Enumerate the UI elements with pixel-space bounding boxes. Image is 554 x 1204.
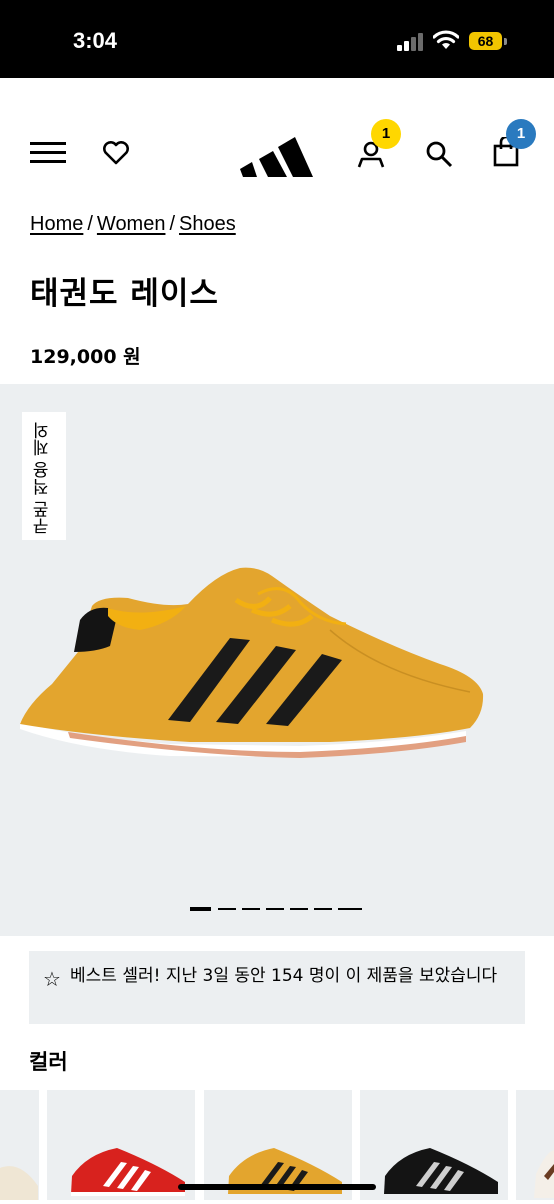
product-price: 129,000 원: [30, 346, 141, 368]
battery-level: 68: [469, 32, 502, 50]
status-time: 3:04: [73, 28, 118, 53]
status-bar: 3:04 68: [0, 0, 554, 78]
color-swatch-cream[interactable]: [0, 1090, 39, 1200]
color-swatch-white-brown[interactable]: [516, 1090, 554, 1200]
product-title: 태권도 레이스: [30, 276, 219, 312]
breadcrumb-women[interactable]: Women: [97, 213, 166, 235]
cellular-signal-icon: [397, 33, 423, 51]
color-swatch-black[interactable]: [360, 1090, 508, 1200]
color-swatch-red[interactable]: [47, 1090, 195, 1200]
heart-icon[interactable]: [102, 140, 130, 166]
site-header: 1 1: [0, 110, 554, 198]
hamburger-icon[interactable]: [30, 140, 66, 166]
best-seller-banner: ☆ 베스트 셀러! 지난 3일 동안 154 명이 이 제품을 보았습니다: [29, 951, 525, 1024]
wifi-icon: [433, 30, 459, 49]
battery-icon: 68: [469, 32, 507, 50]
best-seller-text: 베스트 셀러! 지난 3일 동안 154 명이 이 제품을 보았습니다: [70, 966, 498, 986]
home-indicator: [178, 1184, 376, 1190]
adidas-logo[interactable]: [240, 131, 314, 177]
product-image-gallery[interactable]: 쿠폰 적용 제외: [0, 384, 554, 936]
breadcrumb: Home / Women / Shoes: [30, 213, 236, 235]
star-icon: ☆: [43, 967, 61, 991]
product-image: [20, 567, 484, 911]
search-icon[interactable]: [425, 140, 453, 168]
breadcrumb-home[interactable]: Home: [30, 213, 83, 235]
account-badge: 1: [371, 119, 401, 149]
cart-badge: 1: [506, 119, 536, 149]
breadcrumb-shoes[interactable]: Shoes: [179, 213, 236, 235]
color-section-heading: 컬러: [29, 1050, 68, 1074]
